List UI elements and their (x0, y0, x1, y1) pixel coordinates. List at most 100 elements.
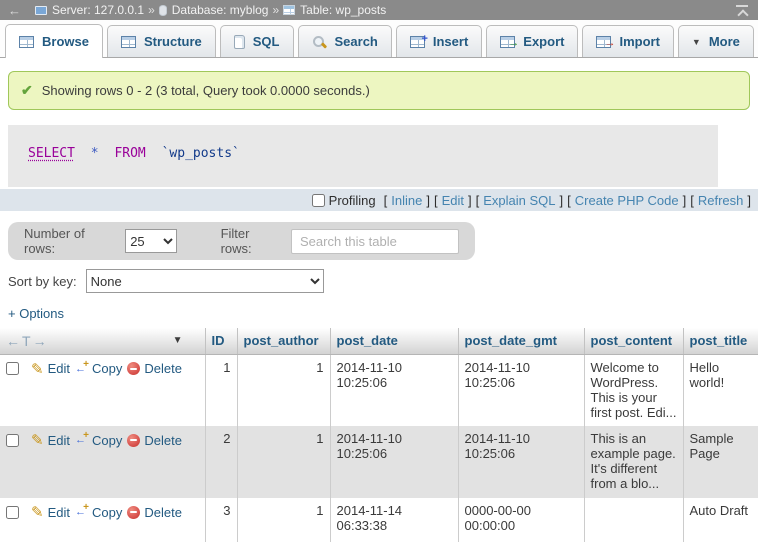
breadcrumb-table[interactable]: Table: wp_posts (283, 3, 386, 17)
chevron-down-icon: ▼ (692, 37, 701, 47)
sort-by-key-row: Sort by key: None (8, 269, 758, 293)
refresh-link[interactable]: Refresh (698, 193, 744, 208)
sql-query-box: SELECT * FROM `wp_posts` (8, 125, 718, 187)
row-checkbox[interactable] (6, 434, 19, 447)
copy-row-link[interactable]: ←+Copy (75, 505, 122, 520)
results-table: ←T→ ▼ ID post_author post_date post_date… (0, 328, 758, 542)
column-header-id[interactable]: ID (205, 328, 237, 354)
sort-descending-icon[interactable]: ▼ (173, 335, 183, 346)
cell-post-title: Sample Page (683, 426, 758, 498)
column-marker-left-icon[interactable]: ← (6, 333, 22, 349)
tab-more[interactable]: ▼ More (678, 25, 754, 57)
tab-label: Insert (433, 34, 468, 49)
number-of-rows-label: Number of rows: (24, 226, 116, 256)
breadcrumb-database[interactable]: Database: myblog (159, 3, 269, 17)
column-marker-t-icon[interactable]: T (22, 333, 33, 349)
server-icon (35, 6, 47, 15)
cell-post-date: 2014-11-14 06:33:38 (330, 498, 458, 542)
tab-label: SQL (253, 34, 280, 49)
create-php-code-link[interactable]: Create PHP Code (575, 193, 679, 208)
cell-post-author: 1 (237, 354, 330, 426)
sql-keyword-from: FROM (114, 146, 145, 161)
delete-row-link[interactable]: Delete (127, 433, 182, 448)
tab-structure[interactable]: Structure (107, 25, 216, 57)
inline-link[interactable]: Inline (391, 193, 422, 208)
filter-rows-input[interactable] (291, 229, 459, 254)
copy-row-link[interactable]: ←+Copy (75, 433, 122, 448)
database-icon (159, 5, 167, 16)
table-row: ✎Edit ←+Copy Delete 2 1 2014-11-10 10:25… (0, 426, 758, 498)
row-checkbox[interactable] (6, 362, 19, 375)
breadcrumb-server[interactable]: Server: 127.0.0.1 (35, 3, 144, 17)
column-marker-right-icon[interactable]: → (33, 333, 49, 349)
bracket: ] (683, 193, 687, 208)
copy-row-link[interactable]: ←+Copy (75, 361, 122, 376)
delete-row-link[interactable]: Delete (127, 505, 182, 520)
cell-post-content: This is an example page. It's different … (584, 426, 683, 498)
collapse-panel-icon[interactable] (734, 4, 750, 17)
browse-icon (19, 36, 34, 48)
cell-post-author: 1 (237, 498, 330, 542)
sql-star: * (91, 146, 99, 161)
pencil-icon: ✎ (31, 431, 44, 449)
tab-label: Import (619, 34, 659, 49)
column-header-post-date-gmt[interactable]: post_date_gmt (458, 328, 584, 354)
cell-post-date: 2014-11-10 10:25:06 (330, 354, 458, 426)
breadcrumb-separator: » (148, 3, 155, 17)
tab-search[interactable]: Search (298, 25, 392, 57)
pencil-icon: ✎ (31, 360, 44, 378)
number-of-rows-select[interactable]: 25 (125, 229, 177, 253)
server-label: Server: 127.0.0.1 (52, 3, 144, 17)
bracket: [ (434, 193, 438, 208)
tab-sql[interactable]: SQL (220, 25, 294, 57)
cell-post-content (584, 498, 683, 542)
column-header-post-date[interactable]: post_date (330, 328, 458, 354)
tab-import[interactable]: → Import (582, 25, 673, 57)
cell-post-content: Welcome to WordPress. This is your first… (584, 354, 683, 426)
delete-row-link[interactable]: Delete (127, 361, 182, 376)
copy-icon: ←+ (75, 434, 88, 446)
edit-row-link[interactable]: ✎Edit (31, 503, 70, 521)
tab-label: Search (335, 34, 378, 49)
header-row: ←T→ ▼ ID post_author post_date post_date… (0, 328, 758, 354)
bracket: ] (747, 193, 751, 208)
cell-post-title: Hello world! (683, 354, 758, 426)
edit-row-link[interactable]: ✎Edit (31, 360, 70, 378)
column-header-post-title[interactable]: post_title (683, 328, 758, 354)
cell-post-date-gmt: 0000-00-00 00:00:00 (458, 498, 584, 542)
bracket: ] (560, 193, 564, 208)
structure-icon (121, 36, 136, 48)
edit-query-link[interactable]: Edit (442, 193, 464, 208)
pencil-icon: ✎ (31, 503, 44, 521)
tab-export[interactable]: → Export (486, 25, 578, 57)
import-icon: → (596, 36, 611, 48)
copy-icon: ←+ (75, 363, 88, 375)
row-checkbox[interactable] (6, 506, 19, 519)
sort-by-key-select[interactable]: None (86, 269, 324, 293)
cell-post-title: Auto Draft (683, 498, 758, 542)
edit-row-link[interactable]: ✎Edit (31, 431, 70, 449)
back-arrow-icon[interactable]: ← (8, 3, 21, 18)
sql-icon (234, 35, 245, 49)
options-toggle[interactable]: + Options (8, 306, 64, 321)
column-header-post-author[interactable]: post_author (237, 328, 330, 354)
insert-icon: + (410, 36, 425, 48)
query-actions-bar: Profiling [ Inline ] [ Edit ] [ Explain … (0, 189, 758, 211)
export-icon: → (500, 36, 515, 48)
database-label: Database: myblog (172, 3, 269, 17)
explain-sql-link[interactable]: Explain SQL (483, 193, 555, 208)
column-header-post-content[interactable]: post_content (584, 328, 683, 354)
sql-keyword-select[interactable]: SELECT (28, 146, 75, 161)
table-row: ✎Edit ←+Copy Delete 3 1 2014-11-14 06:33… (0, 498, 758, 542)
search-icon (312, 35, 327, 49)
profiling-checkbox[interactable] (312, 194, 325, 207)
cell-post-date: 2014-11-10 10:25:06 (330, 426, 458, 498)
copy-icon: ←+ (75, 506, 88, 518)
bracket: ] (468, 193, 472, 208)
sql-table-ref: `wp_posts` (162, 146, 240, 161)
cell-post-date-gmt: 2014-11-10 10:25:06 (458, 354, 584, 426)
tab-browse[interactable]: Browse (5, 24, 103, 58)
bracket: [ (476, 193, 480, 208)
column-controls-header: ←T→ ▼ (0, 328, 205, 354)
tab-insert[interactable]: + Insert (396, 25, 482, 57)
